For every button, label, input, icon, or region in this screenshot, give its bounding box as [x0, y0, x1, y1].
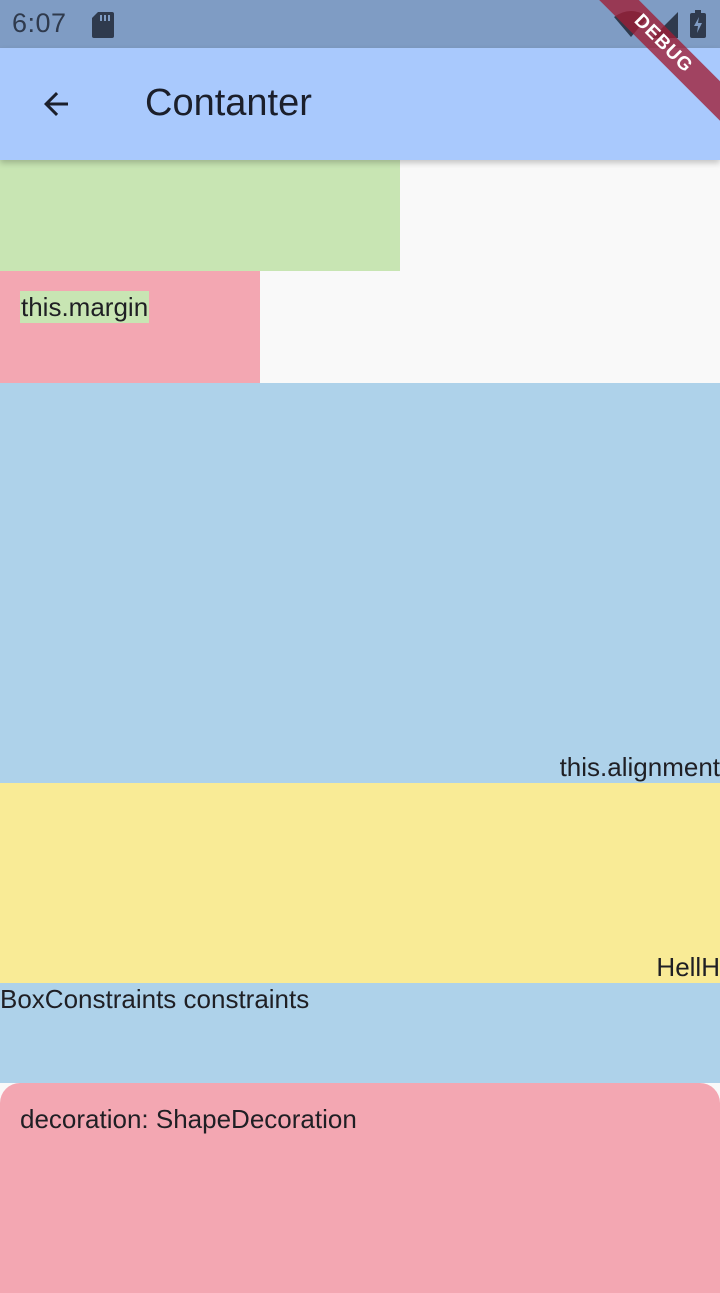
decoration-container: decoration: ShapeDecoration — [0, 1083, 720, 1293]
margin-container: this.margin — [0, 271, 260, 383]
battery-icon — [690, 10, 706, 38]
green-container — [0, 160, 400, 271]
sd-card-icon — [92, 12, 114, 38]
alignment-label: this.alignment — [559, 752, 720, 782]
wifi-icon — [614, 11, 648, 37]
alignment-container: this.alignment — [0, 383, 720, 783]
margin-label: this.margin — [20, 291, 150, 323]
constraints-label: BoxConstraints constraints — [0, 984, 310, 1014]
hellh-label: HellH — [656, 952, 720, 982]
decoration-label: decoration: ShapeDecoration — [20, 1104, 357, 1134]
back-button[interactable] — [24, 72, 88, 136]
yellow-container: HellH — [0, 783, 720, 983]
constraints-container: BoxConstraints constraints — [0, 983, 720, 1083]
app-bar: Contanter — [0, 48, 720, 160]
signal-icon — [652, 12, 678, 38]
arrow-back-icon — [44, 92, 68, 116]
page-title: Contanter — [145, 82, 312, 124]
status-bar: 6:07 — [0, 0, 720, 48]
status-time: 6:07 — [12, 8, 67, 38]
